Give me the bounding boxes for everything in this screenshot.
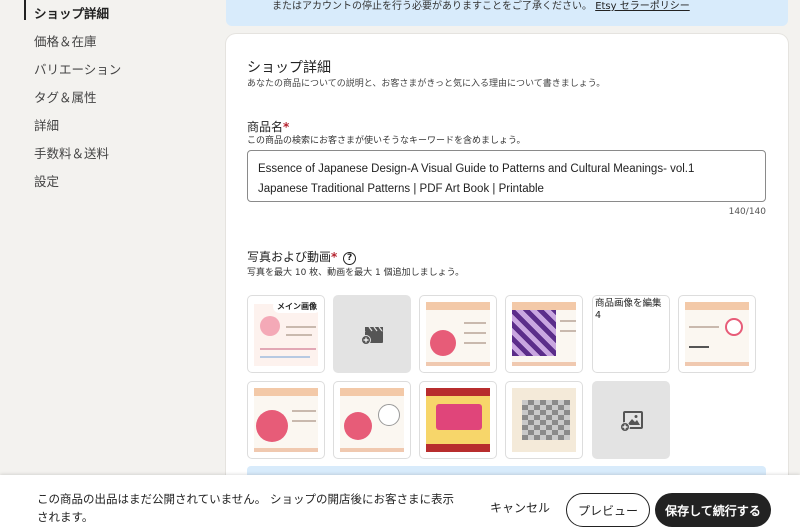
edit-image-slot[interactable]: 商品画像を編集 4 [592, 295, 670, 373]
sidebar-item-tags-attributes[interactable]: タグ＆属性 [34, 87, 97, 106]
image-thumbnail-6[interactable] [247, 381, 325, 459]
sidebar-item-details[interactable]: 詳細 [34, 115, 59, 134]
main-image-label: メイン画像 [273, 300, 321, 313]
image-thumbnail-2[interactable] [419, 295, 497, 373]
sidebar-item-shop-details[interactable]: ショップ詳細 [34, 3, 109, 22]
media-label-text: 写真および動画 [247, 250, 332, 264]
sidebar-item-fees-shipping[interactable]: 手数料＆送料 [34, 143, 109, 162]
bottom-action-bar: この商品の出品はまだ公開されていません。 ショップの開店後にお客さまに表示されま… [0, 475, 800, 532]
sidebar-item-variations[interactable]: バリエーション [34, 59, 121, 78]
product-name-label-text: 商品名 [247, 120, 284, 134]
banner-text: またはアカウントの停止を行う必要がありますことをご了承ください。 [272, 1, 592, 12]
add-video-slot[interactable] [333, 295, 411, 373]
image-thumbnail-8[interactable] [419, 381, 497, 459]
active-indicator [24, 0, 26, 20]
help-icon[interactable]: ? [343, 252, 357, 265]
product-title-input[interactable]: Essence of Japanese Design-A Visual Guid… [247, 150, 766, 202]
image-thumbnail-3[interactable] [505, 295, 583, 373]
save-and-continue-button[interactable]: 保存して続行する [655, 493, 771, 527]
sidebar-nav: ショップ詳細 価格＆在庫 バリエーション タグ＆属性 詳細 手数料＆送料 設定 [0, 0, 225, 475]
title-line-2: Japanese Traditional Patterns | PDF Art … [258, 183, 544, 195]
policy-banner: またはアカウントの停止を行う必要がありますことをご了承ください。 Etsy セラ… [226, 0, 788, 26]
title-line-1: Essence of Japanese Design-A Visual Guid… [258, 163, 695, 175]
sidebar-item-price-inventory[interactable]: 価格＆在庫 [34, 31, 97, 50]
section-subtitle: あなたの商品についての説明と、お客さまがきっと気に入る理由について書きましょう。 [247, 79, 606, 89]
media-hint: 写真を最大 10 枚、動画を最大 1 個追加しましょう。 [247, 268, 465, 278]
image-thumbnail-5[interactable] [678, 295, 756, 373]
main-image-thumbnail[interactable]: メイン画像 [247, 295, 325, 373]
media-label: 写真および動画* ? [247, 248, 357, 265]
required-mark: * [283, 120, 290, 134]
section-title: ショップ詳細 [247, 60, 331, 76]
sidebar-item-settings[interactable]: 設定 [34, 171, 59, 190]
add-photo-slot[interactable] [592, 381, 670, 459]
preview-button[interactable]: プレビュー [566, 493, 650, 527]
video-add-icon [361, 326, 383, 345]
photo-add-icon [620, 411, 643, 432]
edit-image-label: 商品画像を編集 4 [595, 298, 662, 321]
seller-policy-link[interactable]: Etsy セラーポリシー [595, 1, 690, 12]
cancel-button[interactable]: キャンセル [490, 499, 550, 516]
image-thumbnail-9[interactable] [505, 381, 583, 459]
media-required-mark: * [331, 250, 338, 264]
image-thumbnail-7[interactable] [333, 381, 411, 459]
shop-details-card: ショップ詳細 あなたの商品についての説明と、お客さまがきっと気に入る理由について… [226, 34, 788, 494]
unpublished-notice: この商品の出品はまだ公開されていません。 ショップの開店後にお客さまに表示されま… [37, 492, 454, 524]
character-counter: 140/140 [728, 207, 766, 217]
product-name-hint: この商品の検索にお客さまが使いそうなキーワードを含めましょう。 [247, 136, 526, 146]
